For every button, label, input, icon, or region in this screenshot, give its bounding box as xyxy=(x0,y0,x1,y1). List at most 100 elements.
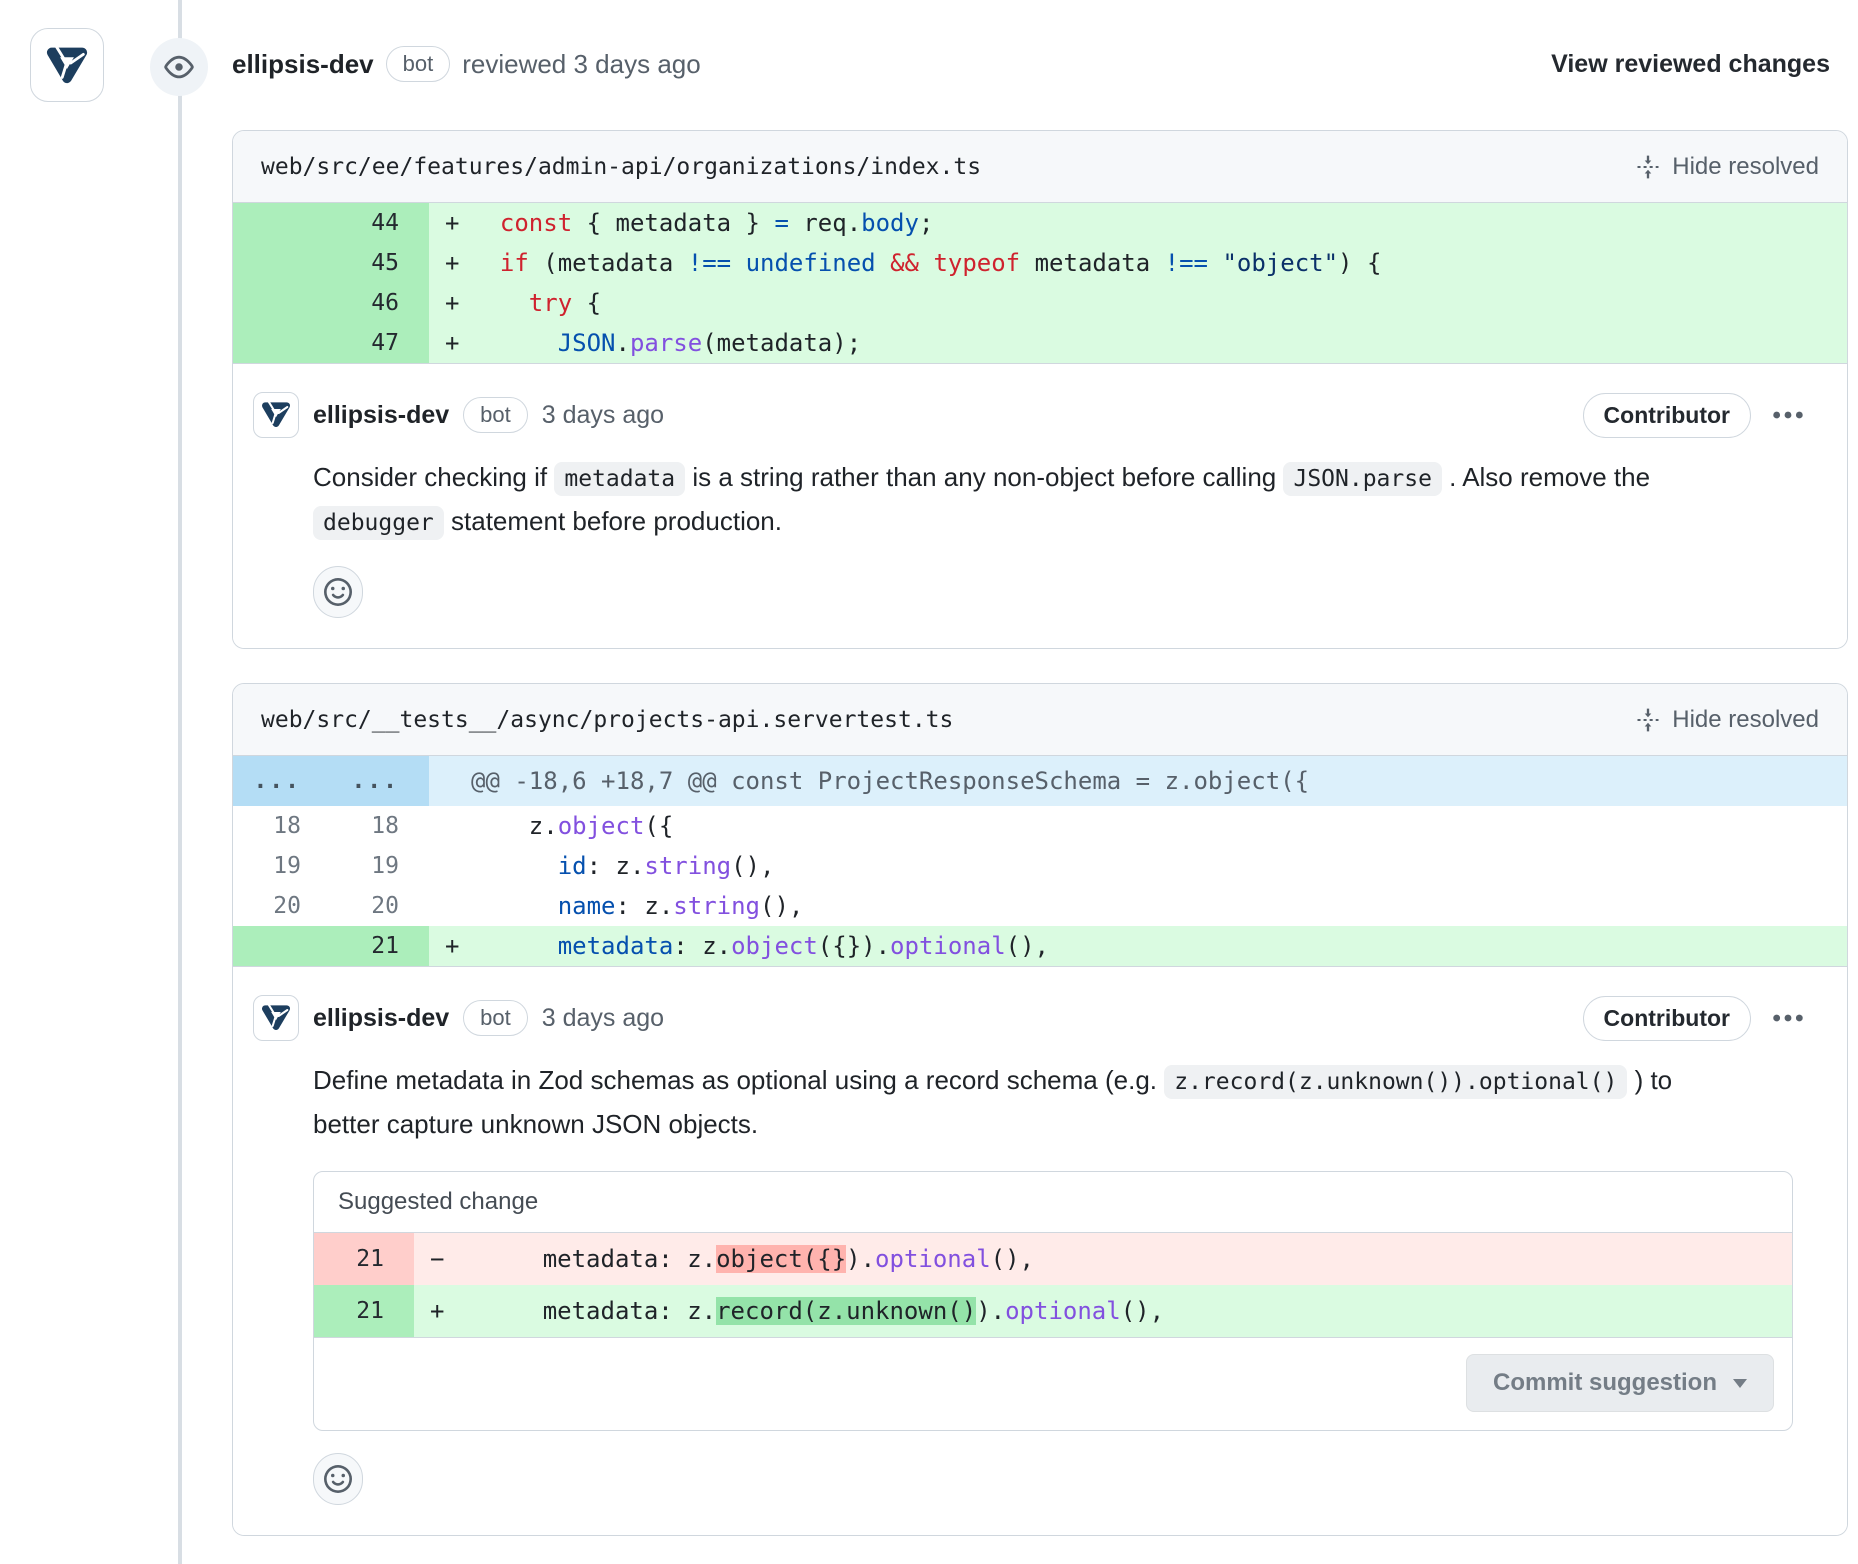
new-line-number: 44 xyxy=(331,203,429,243)
bot-badge: bot xyxy=(386,46,451,82)
old-line-number xyxy=(233,926,331,966)
new-line-number: 20 xyxy=(331,886,429,926)
diff-marker: + xyxy=(429,249,471,277)
body-text: ) to xyxy=(1627,1065,1672,1095)
old-line-number: 20 xyxy=(233,886,331,926)
comment-avatar[interactable] xyxy=(253,995,299,1041)
reviewer-name[interactable]: ellipsis-dev xyxy=(232,49,374,80)
diff-block: ......@@ -18,6 +18,7 @@ const ProjectRes… xyxy=(233,756,1847,967)
reviewer-avatar[interactable] xyxy=(30,28,104,102)
fold-icon xyxy=(1634,706,1662,734)
old-line-number xyxy=(233,243,331,283)
bot-badge: bot xyxy=(463,397,528,433)
suggested-change-label: Suggested change xyxy=(314,1172,1792,1233)
code-line: + try { xyxy=(429,283,1847,323)
diff-marker: + xyxy=(414,1297,456,1325)
file-header: web/src/__tests__/async/projects-api.ser… xyxy=(233,684,1847,756)
suggestion-diff: 21− metadata: z.object({}).optional(),21… xyxy=(314,1233,1792,1338)
diff-row-ctx: 1818 z.object({ xyxy=(233,806,1847,846)
comment-timestamp[interactable]: 3 days ago xyxy=(542,1004,664,1033)
code-line: − metadata: z.object({}).optional(), xyxy=(414,1233,1792,1285)
eye-icon xyxy=(164,52,194,82)
code-line: + if (metadata !== undefined && typeof m… xyxy=(429,243,1847,283)
bot-badge: bot xyxy=(463,1000,528,1036)
kebab-icon xyxy=(1771,403,1805,427)
diff-marker: + xyxy=(429,209,471,237)
new-line-number: 21 xyxy=(331,926,429,966)
review-eye-badge xyxy=(150,38,208,96)
hide-resolved-label: Hide resolved xyxy=(1672,706,1819,734)
comment-author[interactable]: ellipsis-dev xyxy=(313,1004,449,1033)
hide-resolved-button[interactable]: Hide resolved xyxy=(1634,153,1819,181)
contributor-badge: Contributor xyxy=(1583,996,1751,1041)
inline-code: z.record(z.unknown()).optional() xyxy=(1164,1065,1627,1099)
diff-row-add: 45+ if (metadata !== undefined && typeof… xyxy=(233,243,1847,283)
ellipsis-dev-logo xyxy=(44,40,90,91)
review-comment: ellipsis-dev bot 3 days ago Contributor … xyxy=(233,967,1847,1535)
commit-suggestion-button[interactable]: Commit suggestion xyxy=(1466,1354,1774,1412)
comment-timestamp[interactable]: 3 days ago xyxy=(542,401,664,430)
add-reaction-button[interactable] xyxy=(313,1453,363,1505)
diff-row-add: 47+ JSON.parse(metadata); xyxy=(233,323,1847,363)
old-line-number: 19 xyxy=(233,846,331,886)
comment-body: Define metadata in Zod schemas as option… xyxy=(313,1059,1811,1145)
old-line-number: 18 xyxy=(233,806,331,846)
inline-code: debugger xyxy=(313,506,444,540)
body-text: statement before production. xyxy=(444,506,782,536)
pr-review-timeline: ellipsis-dev bot reviewed 3 days ago Vie… xyxy=(0,0,1858,1564)
old-line-number xyxy=(233,283,331,323)
code-line: name: z.string(), xyxy=(429,886,1847,926)
diff-marker: + xyxy=(429,289,471,317)
new-line-number: 45 xyxy=(331,243,429,283)
kebab-menu-button[interactable] xyxy=(1765,397,1811,433)
file-path[interactable]: web/src/__tests__/async/projects-api.ser… xyxy=(261,707,953,733)
new-line-number: 21 xyxy=(314,1233,414,1285)
diff-block: 44+ const { metadata } = req.body;45+ if… xyxy=(233,203,1847,364)
new-line-number: 19 xyxy=(331,846,429,886)
kebab-icon xyxy=(1771,1006,1805,1030)
file-path[interactable]: web/src/ee/features/admin-api/organizati… xyxy=(261,154,981,180)
review-meta: reviewed 3 days ago xyxy=(462,49,700,80)
old-line-number xyxy=(233,203,331,243)
body-text: Define metadata in Zod schemas as option… xyxy=(313,1065,1164,1095)
add-reaction-button[interactable] xyxy=(313,566,363,618)
old-line-number xyxy=(233,323,331,363)
ellipsis-dev-logo xyxy=(260,1000,292,1037)
comment-body: Consider checking if metadata is a strin… xyxy=(313,456,1811,544)
new-line-number: 18 xyxy=(331,806,429,846)
new-line-number: 21 xyxy=(314,1285,414,1337)
ellipsis-dev-logo xyxy=(260,397,292,434)
view-reviewed-changes-link[interactable]: View reviewed changes xyxy=(1551,50,1830,79)
inline-code: JSON.parse xyxy=(1283,462,1441,496)
suggestion-footer: Commit suggestion xyxy=(314,1338,1792,1430)
code-line: + const { metadata } = req.body; xyxy=(429,203,1847,243)
comment-header: ellipsis-dev bot 3 days ago Contributor xyxy=(253,995,1811,1041)
body-text: Consider checking if xyxy=(313,462,554,492)
comment-avatar[interactable] xyxy=(253,392,299,438)
hide-resolved-button[interactable]: Hide resolved xyxy=(1634,706,1819,734)
smiley-icon xyxy=(324,578,352,606)
code-line: + metadata: z.object({}).optional(), xyxy=(429,926,1847,966)
new-line-number: 46 xyxy=(331,283,429,323)
code-line: + JSON.parse(metadata); xyxy=(429,323,1847,363)
review-header: ellipsis-dev bot reviewed 3 days ago Vie… xyxy=(232,46,1830,82)
review-comment: ellipsis-dev bot 3 days ago Contributor … xyxy=(233,364,1847,648)
comment-author[interactable]: ellipsis-dev xyxy=(313,401,449,430)
code-line: z.object({ xyxy=(429,806,1847,846)
hide-resolved-label: Hide resolved xyxy=(1672,153,1819,181)
suggested-change-block: Suggested change 21− metadata: z.object(… xyxy=(313,1171,1793,1431)
smiley-icon xyxy=(324,1465,352,1493)
file-header: web/src/ee/features/admin-api/organizati… xyxy=(233,131,1847,203)
kebab-menu-button[interactable] xyxy=(1765,1000,1811,1036)
new-line-number: ... xyxy=(331,756,429,806)
old-line-number: ... xyxy=(233,756,331,806)
review-thread-card-2: web/src/__tests__/async/projects-api.ser… xyxy=(232,683,1848,1536)
review-thread-card-1: web/src/ee/features/admin-api/organizati… xyxy=(232,130,1848,649)
timeline-line xyxy=(178,0,182,1564)
body-text: is a string rather than any non-object b… xyxy=(685,462,1283,492)
diff-row-ctx: 2020 name: z.string(), xyxy=(233,886,1847,926)
ellipsis-dev-logo-icon xyxy=(44,40,90,86)
ellipsis-dev-logo-icon xyxy=(260,397,292,429)
diff-row-add: 21+ metadata: z.record(z.unknown()).opti… xyxy=(314,1285,1792,1337)
code-line: @@ -18,6 +18,7 @@ const ProjectResponseS… xyxy=(429,756,1847,806)
